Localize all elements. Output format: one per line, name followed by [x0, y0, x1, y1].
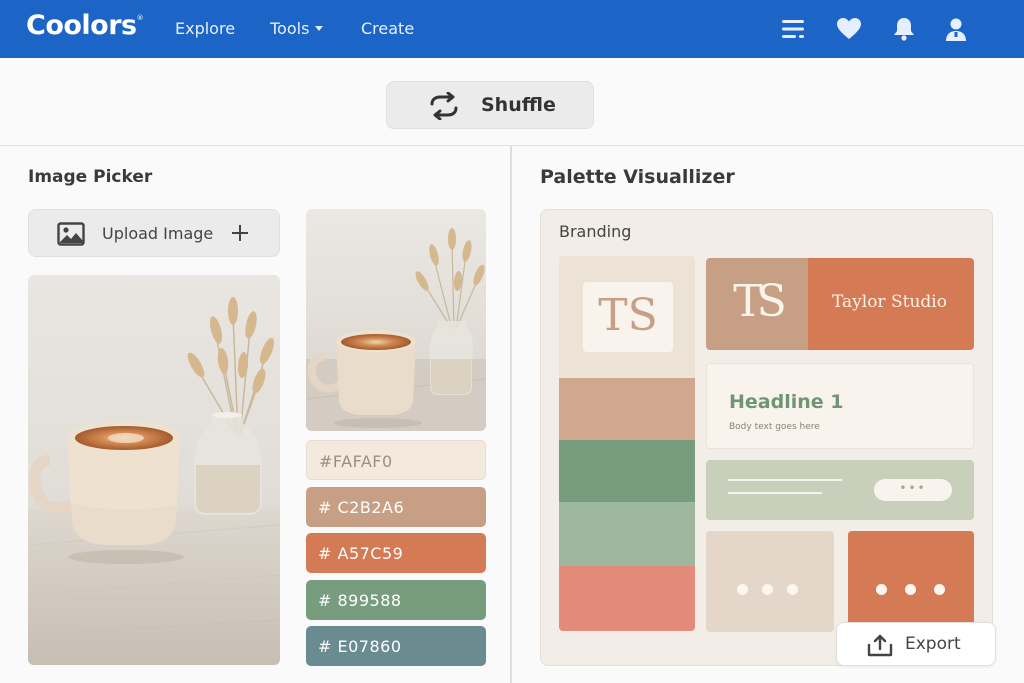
image-icon — [57, 222, 85, 246]
logo-text: Coolors — [26, 10, 137, 41]
logo-monogram: TS — [733, 276, 787, 327]
dots-icon — [706, 584, 834, 596]
photo-thumbnail[interactable] — [306, 209, 486, 431]
list-icon[interactable] — [779, 15, 807, 43]
nav-tools-label: Tools — [270, 19, 310, 38]
uploaded-photo[interactable] — [28, 275, 280, 665]
pill-button-sample: ••• — [874, 479, 952, 501]
plus-icon — [232, 225, 248, 241]
color-swatch[interactable]: #FAFAF0 — [306, 440, 486, 480]
headline-sample: Headline 1 — [729, 391, 844, 413]
image-picker-title: Image Picker — [28, 167, 153, 187]
shuffle-button[interactable]: Shuffle — [386, 81, 594, 129]
coolors-logo[interactable]: Coolors® — [26, 10, 144, 41]
color-swatch[interactable]: # 899588 — [306, 580, 486, 620]
shuffle-label: Shuffle — [481, 94, 556, 116]
brand-color-block — [559, 566, 695, 631]
shuffle-icon — [430, 92, 458, 120]
branding-label: Branding — [559, 222, 632, 241]
swatch-hex: # A57C59 — [318, 544, 403, 563]
coffee-photo-illustration — [28, 275, 280, 665]
hex-value: 899588 — [337, 591, 402, 610]
brand-color-column: TS — [559, 256, 695, 631]
user-icon[interactable] — [942, 15, 970, 43]
hash-symbol: # — [318, 498, 332, 517]
export-button[interactable]: Export — [836, 622, 996, 666]
bell-icon[interactable] — [890, 15, 918, 43]
hash-symbol: # — [318, 637, 332, 656]
swatch-hex: # 899588 — [318, 591, 402, 610]
upload-image-button[interactable]: Upload Image — [28, 209, 280, 257]
logo-mark-block: TS — [706, 258, 808, 350]
panel-divider — [510, 146, 512, 683]
studio-name: Taylor Studio — [832, 292, 947, 312]
text-line-placeholder — [728, 479, 842, 481]
brand-color-block — [559, 502, 695, 566]
hash-symbol: # — [318, 591, 332, 610]
toolbar: Shuffle — [0, 58, 1024, 146]
swatch-hex: # C2B2A6 — [318, 498, 404, 517]
export-label: Export — [905, 634, 961, 654]
color-swatch[interactable]: # C2B2A6 — [306, 487, 486, 527]
hex-value: A57C59 — [337, 544, 404, 563]
nav-create[interactable]: Create — [361, 19, 414, 38]
monogram-text: TS — [598, 290, 658, 341]
brand-color-block — [559, 378, 695, 440]
swatch-hex: # E07860 — [318, 637, 402, 656]
dots-icon — [848, 584, 974, 596]
monogram-box: TS — [583, 282, 673, 352]
text-line-placeholder — [728, 492, 822, 494]
heart-icon[interactable] — [835, 15, 863, 43]
logo-name-block: Taylor Studio — [808, 258, 974, 350]
chevron-down-icon — [315, 26, 324, 31]
swatch-hex: #FAFAF0 — [319, 452, 393, 471]
hash-symbol: # — [318, 544, 332, 563]
color-swatch[interactable]: # E07860 — [306, 626, 486, 666]
upload-icon — [867, 634, 893, 657]
typography-card: Headline 1 Body text goes here — [706, 363, 974, 449]
upload-image-label: Upload Image — [102, 224, 214, 243]
hex-value: C2B2A6 — [337, 498, 405, 517]
logo-registered-mark: ® — [136, 14, 144, 22]
ui-bar-card: ••• — [706, 460, 974, 520]
color-tile — [848, 531, 974, 632]
brand-color-block: TS — [559, 256, 695, 378]
top-nav-bar: Coolors® Explore Tools Create — [0, 0, 1024, 58]
palette-visualizer-title: Palette Visuallizer — [540, 166, 735, 188]
hex-value: FAFAF0 — [332, 452, 393, 471]
hex-value: E07860 — [337, 637, 402, 656]
nav-tools[interactable]: Tools — [270, 19, 324, 38]
color-tile — [706, 531, 834, 632]
brand-logo-card: TS Taylor Studio — [706, 258, 974, 350]
body-text-sample: Body text goes here — [729, 422, 820, 432]
nav-explore[interactable]: Explore — [175, 19, 235, 38]
hash-symbol: # — [319, 452, 333, 471]
coffee-thumbnail-illustration — [306, 209, 486, 431]
color-swatch[interactable]: # A57C59 — [306, 533, 486, 573]
brand-color-block — [559, 440, 695, 502]
pill-dots: ••• — [899, 481, 927, 495]
